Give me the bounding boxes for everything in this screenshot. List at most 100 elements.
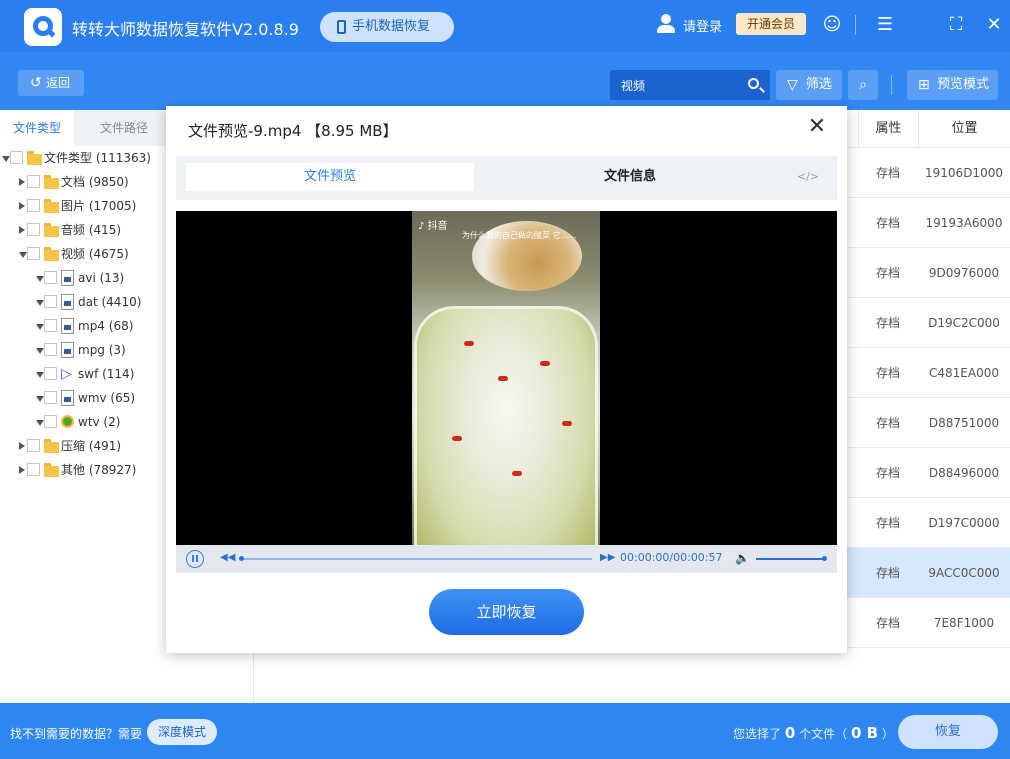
user-icon[interactable] xyxy=(656,14,676,34)
expand-down-icon[interactable] xyxy=(36,348,44,354)
filter-icon: ▽ xyxy=(787,77,798,93)
seek-bar[interactable] xyxy=(242,558,592,560)
folder-icon xyxy=(44,247,59,261)
back-button[interactable]: ↺ 返回 xyxy=(18,70,84,96)
tree-item-label: 压缩 (491) xyxy=(61,439,122,453)
filter-button[interactable]: ▽ 筛选 xyxy=(776,70,842,100)
expand-right-icon[interactable] xyxy=(19,226,25,234)
header-location[interactable]: 位置 xyxy=(918,110,1010,148)
expand-down-icon[interactable] xyxy=(19,252,27,258)
recover-now-button[interactable]: 立即恢复 xyxy=(429,589,584,635)
tree-item-label: avi (13) xyxy=(78,271,125,285)
tree-checkbox[interactable] xyxy=(44,295,57,308)
pause-icon[interactable] xyxy=(186,550,204,568)
support-icon[interactable]: ☺ xyxy=(820,14,844,36)
cell-attribute: 存档 xyxy=(875,516,900,530)
expand-down-icon[interactable] xyxy=(2,156,10,162)
expand-right-icon[interactable] xyxy=(19,466,25,474)
folder-icon xyxy=(27,151,42,165)
tree-item-label: swf (114) xyxy=(78,367,135,381)
expand-right-icon[interactable] xyxy=(19,202,25,210)
title-divider xyxy=(855,15,856,35)
volume-icon[interactable]: 🔈 xyxy=(735,551,750,565)
tab-code[interactable]: </> xyxy=(786,163,830,191)
expand-down-icon[interactable] xyxy=(36,420,44,426)
tab-file-path[interactable]: 文件路径 xyxy=(84,110,164,146)
tree-checkbox[interactable] xyxy=(27,439,40,452)
volume-bar[interactable] xyxy=(756,558,824,560)
header-attribute[interactable]: 属性 xyxy=(858,110,918,148)
grid-icon: ⊞ xyxy=(918,77,930,93)
cell-attribute: 存档 xyxy=(875,416,900,430)
tab-file-info[interactable]: 文件信息 xyxy=(486,163,774,191)
tree-checkbox[interactable] xyxy=(44,415,57,428)
cell-attribute: 存档 xyxy=(875,466,900,480)
tree-checkbox[interactable] xyxy=(27,463,40,476)
douyin-logo: ♪ 抖音 xyxy=(418,221,448,232)
selection-suffix: ） xyxy=(881,727,894,741)
close-icon[interactable]: ✕ xyxy=(982,14,1006,36)
video-player[interactable]: ♪ 抖音 为什么我的自己做的酸菜 它…… xyxy=(176,211,837,545)
rewind-icon[interactable]: ◀◀ xyxy=(220,552,235,563)
expand-down-icon[interactable] xyxy=(36,396,44,402)
search-input[interactable] xyxy=(610,70,740,100)
phone-recovery-button[interactable]: 手机数据恢复 xyxy=(320,12,454,42)
tab-file-type[interactable]: 文件类型 xyxy=(0,110,74,146)
selection-mid: 个文件（ xyxy=(799,727,848,741)
cell-location: 19106D1000 xyxy=(925,166,1003,180)
expand-down-icon[interactable] xyxy=(36,300,44,306)
recover-button[interactable]: 恢复 xyxy=(898,715,998,749)
toolbar-divider xyxy=(891,75,892,95)
tree-checkbox[interactable] xyxy=(44,343,57,356)
tree-item-label: mpg (3) xyxy=(78,343,126,357)
dialog-close-icon[interactable]: ✕ xyxy=(806,116,828,138)
tree-checkbox[interactable] xyxy=(27,247,40,260)
video-file-icon xyxy=(61,390,74,406)
tree-checkbox[interactable] xyxy=(27,199,40,212)
deep-mode-button[interactable]: 深度模式 xyxy=(147,719,217,745)
preview-mode-button[interactable]: ⊞ 预览模式 xyxy=(907,70,998,100)
maximize-icon[interactable]: ⛶ xyxy=(944,14,968,36)
tree-checkbox[interactable] xyxy=(10,151,23,164)
tree-checkbox[interactable] xyxy=(27,223,40,236)
cell-attribute: 存档 xyxy=(875,216,900,230)
volume-handle[interactable] xyxy=(822,556,827,561)
flash-file-icon: ▷ xyxy=(61,366,74,382)
expand-down-icon[interactable] xyxy=(36,372,44,378)
cell-location: C481EA000 xyxy=(929,366,999,380)
tree-checkbox[interactable] xyxy=(44,391,57,404)
expand-right-icon[interactable] xyxy=(19,442,25,450)
tree-checkbox[interactable] xyxy=(44,367,57,380)
folder-icon xyxy=(44,439,59,453)
pepper-image xyxy=(452,436,462,441)
folder-icon xyxy=(44,223,59,237)
video-time: 00:00:00/00:00:57 xyxy=(620,551,723,564)
menu-icon[interactable]: ☰ xyxy=(873,14,897,36)
tab-file-preview[interactable]: 文件预览 xyxy=(186,163,474,191)
search-list-button[interactable]: ⌕ xyxy=(848,70,878,100)
dialog-tabs: 文件预览 文件信息 </> xyxy=(176,156,837,200)
pepper-image xyxy=(562,421,572,426)
fast-forward-icon[interactable]: ▶▶ xyxy=(600,552,615,563)
tree-checkbox[interactable] xyxy=(44,319,57,332)
pepper-image xyxy=(498,376,508,381)
tree-item-label: mp4 (68) xyxy=(78,319,134,333)
seek-handle[interactable] xyxy=(239,556,244,561)
preview-mode-label: 预览模式 xyxy=(937,77,990,92)
video-file-icon xyxy=(61,270,74,286)
expand-down-icon[interactable] xyxy=(36,276,44,282)
login-link[interactable]: 请登录 xyxy=(683,16,722,35)
pepper-image xyxy=(464,341,474,346)
app-logo-icon xyxy=(24,8,62,46)
video-caption: 为什么我的自己做的酸菜 它…… xyxy=(462,231,577,240)
cell-location: 7E8F1000 xyxy=(933,616,995,630)
search-icon[interactable] xyxy=(748,78,759,89)
vip-button[interactable]: 开通会员 xyxy=(736,13,806,35)
tree-checkbox[interactable] xyxy=(44,271,57,284)
tree-checkbox[interactable] xyxy=(27,175,40,188)
tree-item-label: 其他 (78927) xyxy=(61,463,137,477)
expand-down-icon[interactable] xyxy=(36,324,44,330)
cell-location: 9D0976000 xyxy=(928,266,1000,280)
selection-info: 您选择了 0 个文件（ 0 B ） xyxy=(733,724,894,742)
expand-right-icon[interactable] xyxy=(19,178,25,186)
